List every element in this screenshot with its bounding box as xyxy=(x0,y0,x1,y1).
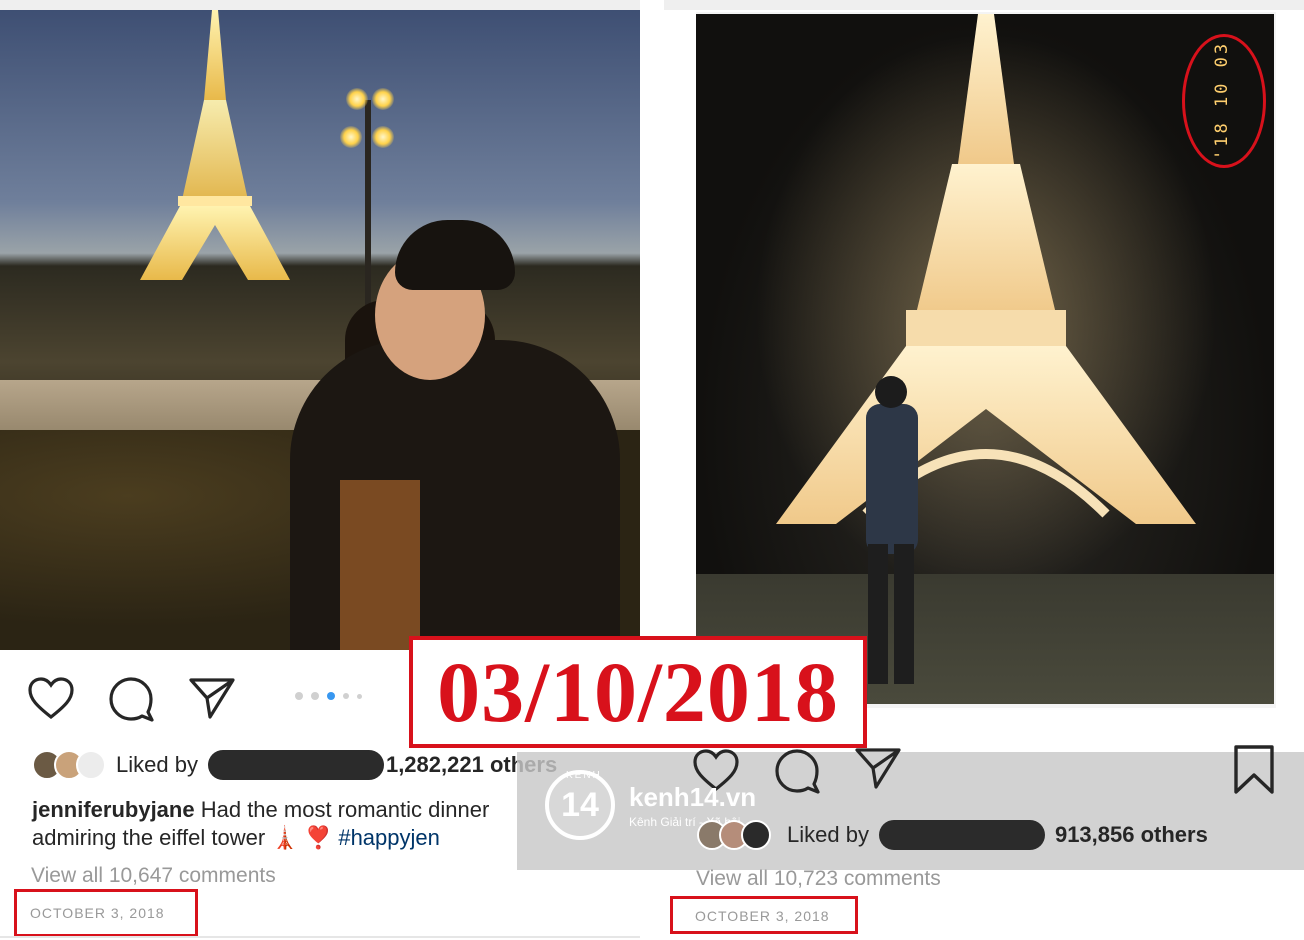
big-date-annotation: 03/10/2018 xyxy=(437,644,839,740)
person-beret xyxy=(395,220,515,290)
lamp-light xyxy=(372,88,394,110)
heart-icon[interactable] xyxy=(27,676,75,720)
liker-avatars[interactable] xyxy=(32,750,106,780)
carousel-dot-active xyxy=(327,692,335,700)
likes-row: Liked by 1,282,221 others xyxy=(32,748,557,782)
view-all-comments-link[interactable]: View all 10,723 comments xyxy=(696,867,941,891)
caption-hashtag[interactable]: #happyjen xyxy=(338,825,440,850)
carousel-dot xyxy=(343,693,349,699)
eiffel-tower-illustration xyxy=(140,10,290,280)
bookmark-icon[interactable] xyxy=(1232,744,1276,796)
liked-by-label: Liked by xyxy=(787,822,869,847)
comment-icon[interactable] xyxy=(108,676,156,722)
carousel-dot xyxy=(357,694,362,699)
kenh14-logo: 14 xyxy=(545,770,615,840)
share-icon[interactable] xyxy=(188,676,236,720)
liker-avatars[interactable] xyxy=(697,820,771,850)
likes-count[interactable]: 913,856 others xyxy=(1055,822,1208,848)
caption-username[interactable]: jenniferubyjane xyxy=(32,797,195,822)
person-sweater xyxy=(340,480,420,650)
date-highlight-box xyxy=(14,889,198,937)
lamp-light xyxy=(340,126,362,148)
lamp-light xyxy=(372,126,394,148)
eiffel-tower-illustration xyxy=(756,14,1216,574)
watermark-site: kenh14.vn xyxy=(629,781,757,812)
carousel-dot xyxy=(295,692,303,700)
big-date-annotation-box: 03/10/2018 xyxy=(409,636,867,748)
top-divider xyxy=(664,0,1304,10)
redacted-username xyxy=(207,750,384,780)
avatar[interactable] xyxy=(741,820,771,850)
avatar[interactable] xyxy=(76,750,106,780)
bottom-divider xyxy=(0,936,640,938)
redacted-username xyxy=(878,820,1045,850)
carousel-dot xyxy=(311,692,319,700)
caption-emoji: 🗼 ❣️ xyxy=(271,825,333,850)
post-caption: jenniferubyjane Had the most romantic di… xyxy=(32,796,552,852)
liked-by-label: Liked by xyxy=(116,752,198,777)
date-stamp-highlight-circle xyxy=(1182,34,1266,168)
comment-icon[interactable] xyxy=(774,748,822,794)
top-divider xyxy=(0,0,640,10)
carousel-indicator xyxy=(295,692,362,700)
share-icon[interactable] xyxy=(854,746,902,790)
date-highlight-box xyxy=(670,896,858,934)
likes-row: Liked by 913,856 others xyxy=(697,818,1208,852)
left-post-photo[interactable] xyxy=(0,10,640,650)
lamp-light xyxy=(346,88,368,110)
view-all-comments-link[interactable]: View all 10,647 comments xyxy=(31,864,276,888)
